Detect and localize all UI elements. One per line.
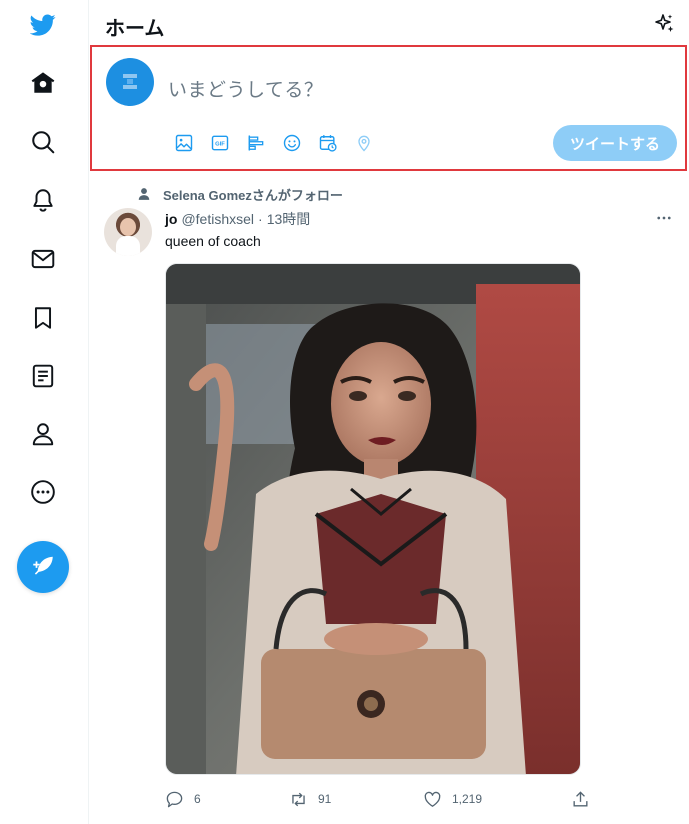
social-context-text: Selena Gomezさんがフォロー bbox=[163, 187, 343, 203]
tweet-button[interactable]: ツイートする bbox=[553, 125, 677, 161]
timeline-header: ホーム bbox=[89, 0, 689, 48]
home-icon[interactable] bbox=[23, 63, 63, 103]
image-icon[interactable] bbox=[166, 131, 202, 155]
sparkle-icon[interactable] bbox=[652, 12, 676, 36]
tweet-text: queen of coach bbox=[165, 233, 261, 249]
timeline-column: ホーム いまどうしてる？ GIF ツイートする Selena Gomezさんがフ… bbox=[88, 0, 689, 824]
schedule-icon[interactable] bbox=[310, 131, 346, 155]
like-button[interactable]: 1,219 bbox=[423, 789, 482, 809]
tweet-header: jo @fetishxsel · 13時間 bbox=[165, 209, 310, 229]
tweet-input[interactable]: いまどうしてる？ bbox=[168, 75, 323, 102]
tweet-card[interactable]: Selena Gomezさんがフォロー jo @fetishxsel · 13時… bbox=[89, 172, 689, 824]
emoji-icon[interactable] bbox=[274, 131, 310, 155]
like-count: 1,219 bbox=[452, 792, 483, 806]
location-icon[interactable] bbox=[346, 131, 382, 155]
profile-icon[interactable] bbox=[23, 414, 63, 454]
twitter-app: ホーム いまどうしてる？ GIF ツイートする Selena Gomezさんがフ… bbox=[0, 0, 689, 824]
composer-toolbar: GIF bbox=[166, 131, 382, 155]
reply-count: 6 bbox=[194, 792, 201, 806]
retweet-button[interactable]: 91 bbox=[289, 789, 331, 809]
notifications-bell-icon[interactable] bbox=[23, 180, 63, 220]
explore-search-icon[interactable] bbox=[23, 122, 63, 162]
compose-feather-icon bbox=[33, 556, 53, 575]
tweet-actions: 6 91 1,219 bbox=[165, 789, 591, 809]
more-options-icon[interactable] bbox=[23, 472, 63, 512]
tweet-composer: いまどうしてる？ GIF ツイートする bbox=[90, 45, 687, 171]
more-icon[interactable] bbox=[652, 208, 676, 228]
tweet-photo[interactable] bbox=[165, 263, 581, 775]
author-name[interactable]: jo bbox=[165, 211, 177, 227]
share-icon bbox=[573, 790, 588, 807]
reply-button[interactable]: 6 bbox=[165, 789, 201, 809]
retweet-icon bbox=[292, 792, 305, 806]
social-context: Selena Gomezさんがフォロー bbox=[137, 186, 343, 203]
reply-icon bbox=[166, 791, 183, 807]
separator-dot: · bbox=[258, 211, 263, 227]
lists-icon[interactable] bbox=[23, 356, 63, 396]
twitter-logo-icon[interactable] bbox=[23, 5, 63, 45]
heart-icon bbox=[424, 791, 441, 807]
gif-label: GIF bbox=[215, 142, 225, 148]
retweet-count: 91 bbox=[318, 792, 332, 806]
gif-icon[interactable]: GIF bbox=[202, 131, 238, 155]
avatar[interactable] bbox=[104, 208, 152, 256]
compose-tweet-button[interactable] bbox=[17, 541, 69, 593]
tweet-timestamp[interactable]: 13時間 bbox=[267, 209, 311, 229]
sidebar-nav bbox=[0, 0, 88, 824]
avatar[interactable] bbox=[106, 58, 154, 106]
page-title: ホーム bbox=[105, 18, 165, 40]
poll-icon[interactable] bbox=[238, 131, 274, 155]
share-button[interactable] bbox=[571, 789, 590, 809]
person-icon bbox=[138, 188, 150, 200]
messages-mail-icon[interactable] bbox=[23, 239, 63, 279]
author-handle[interactable]: @fetishxsel bbox=[181, 211, 254, 227]
bookmarks-icon[interactable] bbox=[23, 298, 63, 338]
